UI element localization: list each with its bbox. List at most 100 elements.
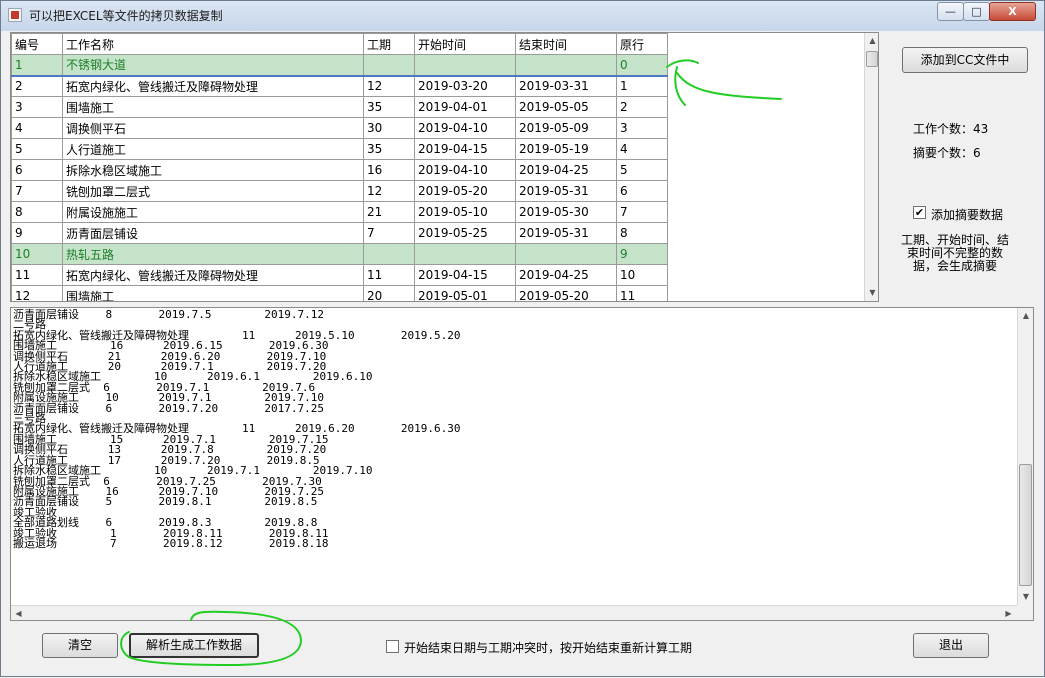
cell-id[interactable]: 7 bbox=[11, 180, 63, 202]
cell-duration[interactable]: 12 bbox=[363, 180, 415, 202]
work-grid[interactable]: 编号 工作名称 工期 开始时间 结束时间 原行 1 不锈钢大道 0 2 拓宽内绿化、管线搬迁及障碍… bbox=[10, 32, 879, 302]
cell-start[interactable]: 2019-05-20 bbox=[414, 180, 516, 202]
cell-name[interactable]: 拓宽内绿化、管线搬迁及障碍物处理 bbox=[62, 75, 364, 97]
maximize-button[interactable]: □ bbox=[963, 2, 990, 21]
cell-end[interactable]: 2019-03-31 bbox=[515, 75, 617, 97]
cell-end[interactable]: 2019-04-25 bbox=[515, 159, 617, 181]
cell-name[interactable]: 铣刨加罩二层式 bbox=[62, 180, 364, 202]
scroll-right-icon[interactable]: ▶ bbox=[1001, 606, 1016, 620]
cell-orig[interactable]: 6 bbox=[616, 180, 668, 202]
cell-name[interactable]: 热轧五路 bbox=[62, 243, 364, 265]
cell-duration[interactable]: 30 bbox=[363, 117, 415, 139]
cell-id[interactable]: 2 bbox=[11, 75, 63, 97]
cell-end[interactable]: 2019-05-19 bbox=[515, 138, 617, 160]
parse-generate-button[interactable]: 解析生成工作数据 bbox=[129, 633, 259, 658]
cell-end[interactable]: 2019-04-25 bbox=[515, 264, 617, 286]
cell-orig[interactable]: 4 bbox=[616, 138, 668, 160]
scroll-down-icon[interactable]: ▼ bbox=[1018, 589, 1033, 605]
scroll-down-icon[interactable]: ▼ bbox=[865, 285, 878, 301]
cell-start[interactable]: 2019-04-01 bbox=[414, 96, 516, 118]
scroll-up-icon[interactable]: ▲ bbox=[1018, 308, 1033, 324]
cell-name[interactable]: 沥青面层铺设 bbox=[62, 222, 364, 244]
cell-end[interactable]: 2019-05-31 bbox=[515, 180, 617, 202]
cell-end[interactable]: 2019-05-05 bbox=[515, 96, 617, 118]
grid-scroll-thumb[interactable] bbox=[866, 51, 878, 67]
cell-id[interactable]: 3 bbox=[11, 96, 63, 118]
cell-start[interactable] bbox=[414, 243, 516, 265]
table-row[interactable]: 9 沥青面层铺设 7 2019-05-25 2019-05-31 8 bbox=[11, 222, 668, 244]
cell-start[interactable]: 2019-04-15 bbox=[414, 264, 516, 286]
cell-orig[interactable]: 8 bbox=[616, 222, 668, 244]
cell-name[interactable]: 不锈钢大道 bbox=[62, 54, 364, 77]
text-scroll-thumb[interactable] bbox=[1019, 464, 1032, 586]
cell-end[interactable] bbox=[515, 54, 617, 77]
cell-duration[interactable]: 16 bbox=[363, 159, 415, 181]
cell-orig[interactable]: 3 bbox=[616, 117, 668, 139]
cell-start[interactable]: 2019-03-20 bbox=[414, 75, 516, 97]
cell-orig[interactable]: 0 bbox=[616, 54, 668, 77]
cell-id[interactable]: 6 bbox=[11, 159, 63, 181]
minimize-button[interactable]: — bbox=[937, 2, 964, 21]
cell-orig[interactable]: 9 bbox=[616, 243, 668, 265]
cell-name[interactable]: 拓宽内绿化、管线搬迁及障碍物处理 bbox=[62, 264, 364, 286]
cell-duration[interactable]: 35 bbox=[363, 138, 415, 160]
cell-id[interactable]: 12 bbox=[11, 285, 63, 301]
cell-name[interactable]: 围墙施工 bbox=[62, 96, 364, 118]
table-row[interactable]: 6 拆除水稳区域施工 16 2019-04-10 2019-04-25 5 bbox=[11, 159, 668, 181]
cell-orig[interactable]: 5 bbox=[616, 159, 668, 181]
table-row[interactable]: 8 附属设施施工 21 2019-05-10 2019-05-30 7 bbox=[11, 201, 668, 223]
cell-start[interactable]: 2019-04-10 bbox=[414, 117, 516, 139]
scroll-left-icon[interactable]: ◀ bbox=[11, 606, 26, 620]
close-button[interactable]: X bbox=[989, 2, 1036, 21]
cell-id[interactable]: 8 bbox=[11, 201, 63, 223]
cell-id[interactable]: 9 bbox=[11, 222, 63, 244]
cell-start[interactable]: 2019-05-10 bbox=[414, 201, 516, 223]
cell-name[interactable]: 调换侧平石 bbox=[62, 117, 364, 139]
cell-end[interactable]: 2019-05-20 bbox=[515, 285, 617, 301]
cell-duration[interactable] bbox=[363, 54, 415, 77]
cell-end[interactable]: 2019-05-31 bbox=[515, 222, 617, 244]
cell-name[interactable]: 附属设施施工 bbox=[62, 201, 364, 223]
cell-id[interactable]: 4 bbox=[11, 117, 63, 139]
add-summary-checkbox[interactable]: ✔ bbox=[913, 206, 926, 219]
clear-button[interactable]: 清空 bbox=[42, 633, 118, 658]
cell-orig[interactable]: 11 bbox=[616, 285, 668, 301]
column-header[interactable]: 工期 bbox=[363, 33, 415, 55]
table-row[interactable]: 11 拓宽内绿化、管线搬迁及障碍物处理 11 2019-04-15 2019-04-25… bbox=[11, 264, 668, 286]
summary-row[interactable]: 10 热轧五路 9 bbox=[11, 243, 668, 265]
cell-name[interactable]: 人行道施工 bbox=[62, 138, 364, 160]
cell-duration[interactable]: 12 bbox=[363, 75, 415, 97]
table-row[interactable]: 7 铣刨加罩二层式 12 2019-05-20 2019-05-31 6 bbox=[11, 180, 668, 202]
cell-id[interactable]: 11 bbox=[11, 264, 63, 286]
table-row[interactable]: 2 拓宽内绿化、管线搬迁及障碍物处理 12 2019-03-20 2019-03-31 1 bbox=[11, 75, 668, 97]
text-vertical-scrollbar[interactable]: ▲ ▼ bbox=[1017, 308, 1033, 605]
cell-orig[interactable]: 1 bbox=[616, 75, 668, 97]
exit-button[interactable]: 退出 bbox=[913, 633, 989, 658]
cell-name[interactable]: 围墙施工 bbox=[62, 285, 364, 301]
cell-end[interactable] bbox=[515, 243, 617, 265]
table-row[interactable]: 12 围墙施工 20 2019-05-01 2019-05-20 11 bbox=[11, 285, 668, 301]
cell-start[interactable]: 2019-05-01 bbox=[414, 285, 516, 301]
cell-start[interactable]: 2019-04-10 bbox=[414, 159, 516, 181]
cell-duration[interactable]: 20 bbox=[363, 285, 415, 301]
text-horizontal-scrollbar[interactable]: ◀ ▶ bbox=[11, 605, 1017, 620]
table-row[interactable]: 3 围墙施工 35 2019-04-01 2019-05-05 2 bbox=[11, 96, 668, 118]
cell-orig[interactable]: 2 bbox=[616, 96, 668, 118]
cell-duration[interactable]: 21 bbox=[363, 201, 415, 223]
cell-name[interactable]: 拆除水稳区域施工 bbox=[62, 159, 364, 181]
cell-id[interactable]: 5 bbox=[11, 138, 63, 160]
grid-vertical-scrollbar[interactable]: ▲ ▼ bbox=[864, 33, 878, 301]
scroll-up-icon[interactable]: ▲ bbox=[865, 33, 878, 49]
column-header[interactable]: 原行 bbox=[616, 33, 668, 55]
summary-row[interactable]: 1 不锈钢大道 0 bbox=[11, 54, 668, 77]
cell-end[interactable]: 2019-05-09 bbox=[515, 117, 617, 139]
pasted-data-textarea[interactable]: 沥青面层铺设 8 2019.7.5 2019.7.12 二号路 拓宽内绿化、管线搬迁… bbox=[10, 307, 1034, 621]
add-to-cc-file-button[interactable]: 添加到CC文件中 bbox=[902, 47, 1028, 73]
cell-id[interactable]: 1 bbox=[11, 54, 63, 77]
cell-id[interactable]: 10 bbox=[11, 243, 63, 265]
table-row[interactable]: 4 调换侧平石 30 2019-04-10 2019-05-09 3 bbox=[11, 117, 668, 139]
column-header[interactable]: 工作名称 bbox=[62, 33, 364, 55]
cell-start[interactable]: 2019-05-25 bbox=[414, 222, 516, 244]
cell-duration[interactable]: 7 bbox=[363, 222, 415, 244]
cell-end[interactable]: 2019-05-30 bbox=[515, 201, 617, 223]
